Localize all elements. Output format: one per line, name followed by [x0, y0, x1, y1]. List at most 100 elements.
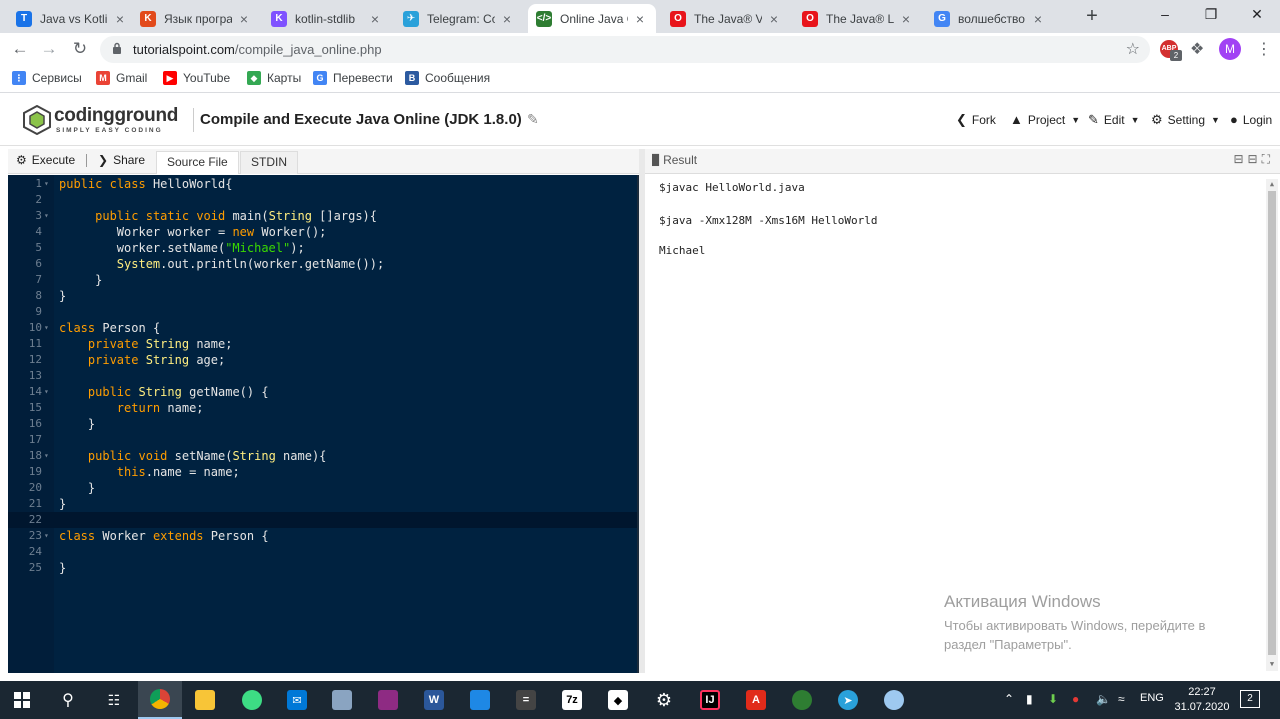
- tab-close-icon[interactable]: ×: [898, 11, 914, 27]
- forward-arrow-icon[interactable]: →: [38, 38, 60, 60]
- taskbar-paint[interactable]: [872, 681, 916, 719]
- code-line[interactable]: 15 return name;: [8, 400, 637, 416]
- chrome-menu-icon[interactable]: ⋮: [1256, 39, 1272, 59]
- browser-tab[interactable]: </> Online Java Co ×: [528, 4, 656, 33]
- new-tab-button[interactable]: +: [1081, 5, 1103, 27]
- fold-toggle-icon[interactable]: ▾: [44, 528, 49, 544]
- code-line[interactable]: 16 }: [8, 416, 637, 432]
- taskbar-explorer[interactable]: [183, 681, 227, 719]
- code-line[interactable]: 23 ▾ class Worker extends Person {: [8, 528, 637, 544]
- code-line[interactable]: 21}: [8, 496, 637, 512]
- taskbar-remote[interactable]: [458, 681, 502, 719]
- fold-toggle-icon[interactable]: ▾: [44, 320, 49, 336]
- taskbar-calculator[interactable]: =: [504, 681, 548, 719]
- code-line[interactable]: 9: [8, 304, 637, 320]
- edit-title-icon[interactable]: ✎: [527, 111, 539, 128]
- bookmark-item[interactable]: G Перевести: [313, 71, 393, 85]
- bookmark-star-icon[interactable]: ☆: [1126, 39, 1140, 59]
- taskbar-7zip[interactable]: 7z: [550, 681, 594, 719]
- project-menu[interactable]: ▲ Project ▼: [1010, 112, 1080, 127]
- bookmark-item[interactable]: В Сообщения: [405, 71, 490, 85]
- bookmark-item[interactable]: ⋮ Сервисы: [12, 71, 82, 85]
- address-bar[interactable]: tutorialspoint.com/compile_java_online.p…: [100, 36, 1150, 63]
- browser-tab[interactable]: Kkotlin-stdlib ×: [263, 4, 391, 33]
- code-line[interactable]: 6 System.out.println(worker.getName());: [8, 256, 637, 272]
- notification-center-button[interactable]: 2: [1240, 690, 1260, 708]
- expand-icon[interactable]: ⛶: [1262, 152, 1274, 166]
- taskbar-settings[interactable]: ⚙: [642, 681, 686, 719]
- tab-close-icon[interactable]: ×: [367, 11, 383, 27]
- code-line[interactable]: 10 ▾ class Person {: [8, 320, 637, 336]
- code-line[interactable]: 12 private String age;: [8, 352, 637, 368]
- bookmark-item[interactable]: M Gmail: [96, 71, 147, 85]
- task-view-button[interactable]: ☷: [92, 681, 136, 719]
- code-line[interactable]: 2: [8, 192, 637, 208]
- collapse-icon[interactable]: ⊟: [1233, 152, 1247, 166]
- bookmark-item[interactable]: ◆ Карты: [247, 71, 301, 85]
- share-button[interactable]: ❯ Share: [98, 153, 145, 167]
- tab-close-icon[interactable]: ×: [499, 11, 515, 27]
- browser-tab[interactable]: T Java vs Kotlin ×: [8, 4, 136, 33]
- taskbar-acrobat[interactable]: A: [734, 681, 778, 719]
- tab-close-icon[interactable]: ×: [632, 11, 648, 27]
- antivirus-icon[interactable]: ●: [1072, 692, 1079, 706]
- profile-avatar[interactable]: M: [1219, 38, 1241, 60]
- tab-close-icon[interactable]: ×: [766, 11, 782, 27]
- download-arrow-icon[interactable]: ⬇: [1048, 692, 1058, 706]
- restore-icon[interactable]: ⊟: [1248, 152, 1262, 166]
- maximize-button[interactable]: ❐: [1188, 0, 1234, 30]
- taskbar-telegram[interactable]: ➤: [826, 681, 870, 719]
- browser-tab[interactable]: O The Java® Virt ×: [662, 4, 790, 33]
- code-line[interactable]: 25}: [8, 560, 637, 576]
- code-line[interactable]: 11 private String name;: [8, 336, 637, 352]
- fold-toggle-icon[interactable]: ▾: [44, 208, 49, 224]
- login-button[interactable]: ● Login: [1230, 112, 1272, 127]
- code-line[interactable]: 22: [8, 512, 637, 528]
- close-window-button[interactable]: ✕: [1234, 0, 1280, 30]
- fork-button[interactable]: ❮ Fork: [956, 112, 996, 128]
- browser-tab[interactable]: Gволшебство k ×: [926, 4, 1054, 33]
- search-button[interactable]: ⚲: [46, 681, 90, 719]
- volume-icon[interactable]: 🔈: [1096, 692, 1111, 706]
- code-line[interactable]: 8}: [8, 288, 637, 304]
- scroll-down-arrow-icon[interactable]: ▼: [1268, 660, 1276, 668]
- code-line[interactable]: 17: [8, 432, 637, 448]
- browser-tab[interactable]: O The Java® Lan ×: [794, 4, 922, 33]
- battery-icon[interactable]: ▮: [1026, 692, 1033, 706]
- code-line[interactable]: 3 ▾ public static void main(String []args…: [8, 208, 637, 224]
- code-line[interactable]: 4 Worker worker = new Worker();: [8, 224, 637, 240]
- fold-toggle-icon[interactable]: ▾: [44, 448, 49, 464]
- minimize-button[interactable]: –: [1142, 0, 1188, 30]
- taskbar-intellij[interactable]: IJ: [688, 681, 732, 719]
- taskbar-word[interactable]: W: [412, 681, 456, 719]
- start-button[interactable]: [0, 681, 44, 719]
- scrollbar-thumb[interactable]: [1268, 191, 1276, 655]
- code-line[interactable]: 13: [8, 368, 637, 384]
- tab-source-file[interactable]: Source File: [156, 151, 239, 174]
- system-clock[interactable]: 22:27 31.07.2020: [1172, 685, 1232, 715]
- tab-close-icon[interactable]: ×: [1030, 11, 1046, 27]
- taskbar-app2[interactable]: ◆: [596, 681, 640, 719]
- tab-close-icon[interactable]: ×: [112, 11, 128, 27]
- fold-toggle-icon[interactable]: ▾: [44, 176, 49, 192]
- code-line[interactable]: 24: [8, 544, 637, 560]
- code-line[interactable]: 18 ▾ public void setName(String name){: [8, 448, 637, 464]
- taskbar-app3[interactable]: [780, 681, 824, 719]
- code-line[interactable]: 7 }: [8, 272, 637, 288]
- taskbar-android-studio[interactable]: [230, 681, 274, 719]
- tab-stdin[interactable]: STDIN: [240, 151, 298, 174]
- browser-tab[interactable]: K Язык програм ×: [132, 4, 260, 33]
- tab-close-icon[interactable]: ×: [236, 11, 252, 27]
- back-arrow-icon[interactable]: ←: [9, 38, 31, 60]
- taskbar-app[interactable]: [320, 681, 364, 719]
- setting-menu[interactable]: ⚙ Setting ▼: [1151, 112, 1220, 128]
- edit-menu[interactable]: ✎ Edit ▼: [1088, 112, 1140, 128]
- language-indicator[interactable]: ENG: [1140, 692, 1164, 704]
- fold-toggle-icon[interactable]: ▾: [44, 384, 49, 400]
- code-line[interactable]: 5 worker.setName("Michael");: [8, 240, 637, 256]
- browser-tab[interactable]: ✈ Telegram: Con ×: [395, 4, 523, 33]
- taskbar-winrar[interactable]: [366, 681, 410, 719]
- code-line[interactable]: 19 this.name = name;: [8, 464, 637, 480]
- reload-icon[interactable]: ↻: [69, 38, 91, 60]
- wifi-icon[interactable]: ≈: [1118, 692, 1125, 706]
